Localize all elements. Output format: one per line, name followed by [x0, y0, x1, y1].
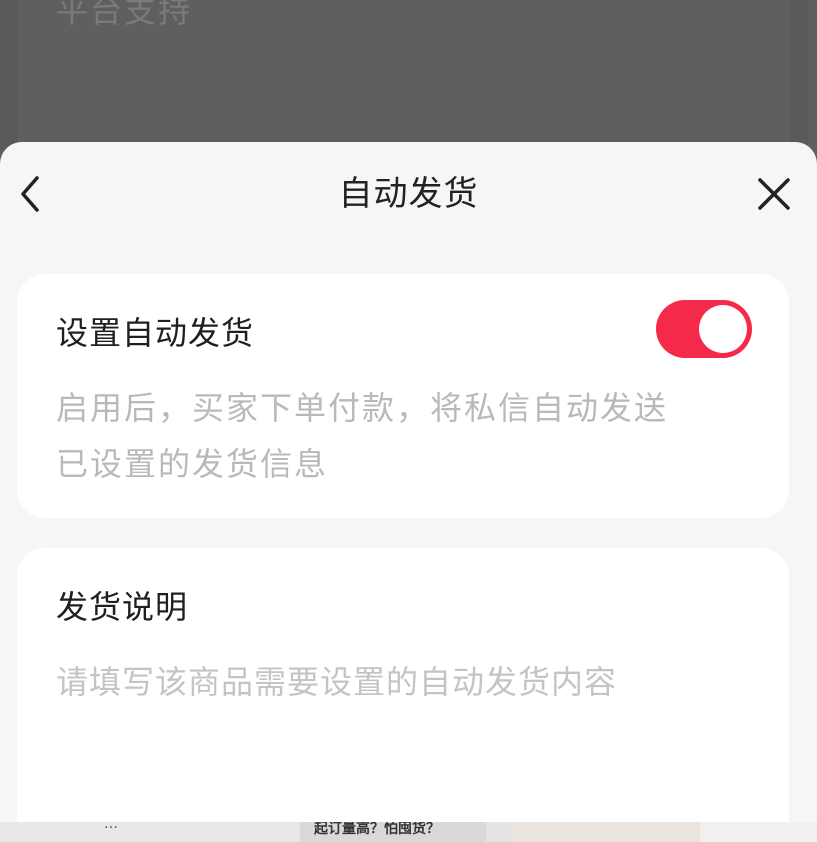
- close-icon: [758, 178, 790, 210]
- background-shadow-right: [790, 0, 808, 150]
- description-line-1: 启用后，买家下单付款，将私信自动发送: [56, 389, 669, 427]
- background-shadow-left: [0, 0, 18, 150]
- auto-ship-card: 设置自动发货 启用后，买家下单付款，将私信自动发送 已设置的发货信息: [17, 274, 789, 518]
- strip-block-1: …: [0, 822, 300, 842]
- close-button[interactable]: [748, 170, 800, 218]
- bottom-ad-strip: … 起订量高？怕囤货？: [0, 822, 817, 842]
- instructions-label: 发货说明: [56, 588, 189, 626]
- description-line-2: 已设置的发货信息: [56, 445, 329, 483]
- auto-ship-sheet: 自动发货 设置自动发货 启用后，买家下单付款，将私信自动发送 已设置的发货信息 …: [0, 142, 817, 842]
- auto-ship-label: 设置自动发货: [56, 314, 255, 352]
- strip-text-2: 起订量高？怕囤货？: [314, 822, 440, 837]
- auto-ship-description: 启用后，买家下单付款，将私信自动发送 已设置的发货信息: [56, 380, 756, 492]
- toggle-knob: [699, 305, 747, 353]
- sheet-header: 自动发货: [0, 142, 817, 246]
- strip-block-2: 起订量高？怕囤货？: [300, 822, 486, 842]
- sheet-title: 自动发货: [338, 174, 479, 214]
- instructions-input[interactable]: 请填写该商品需要设置的自动发货内容: [56, 658, 617, 706]
- auto-ship-toggle[interactable]: [656, 300, 752, 358]
- background-title: 平台支持: [56, 0, 193, 30]
- strip-block-4: [700, 822, 817, 842]
- strip-block-3: [510, 822, 700, 842]
- instructions-card[interactable]: 发货说明 请填写该商品需要设置的自动发货内容: [17, 548, 789, 842]
- strip-text-1: …: [104, 822, 118, 832]
